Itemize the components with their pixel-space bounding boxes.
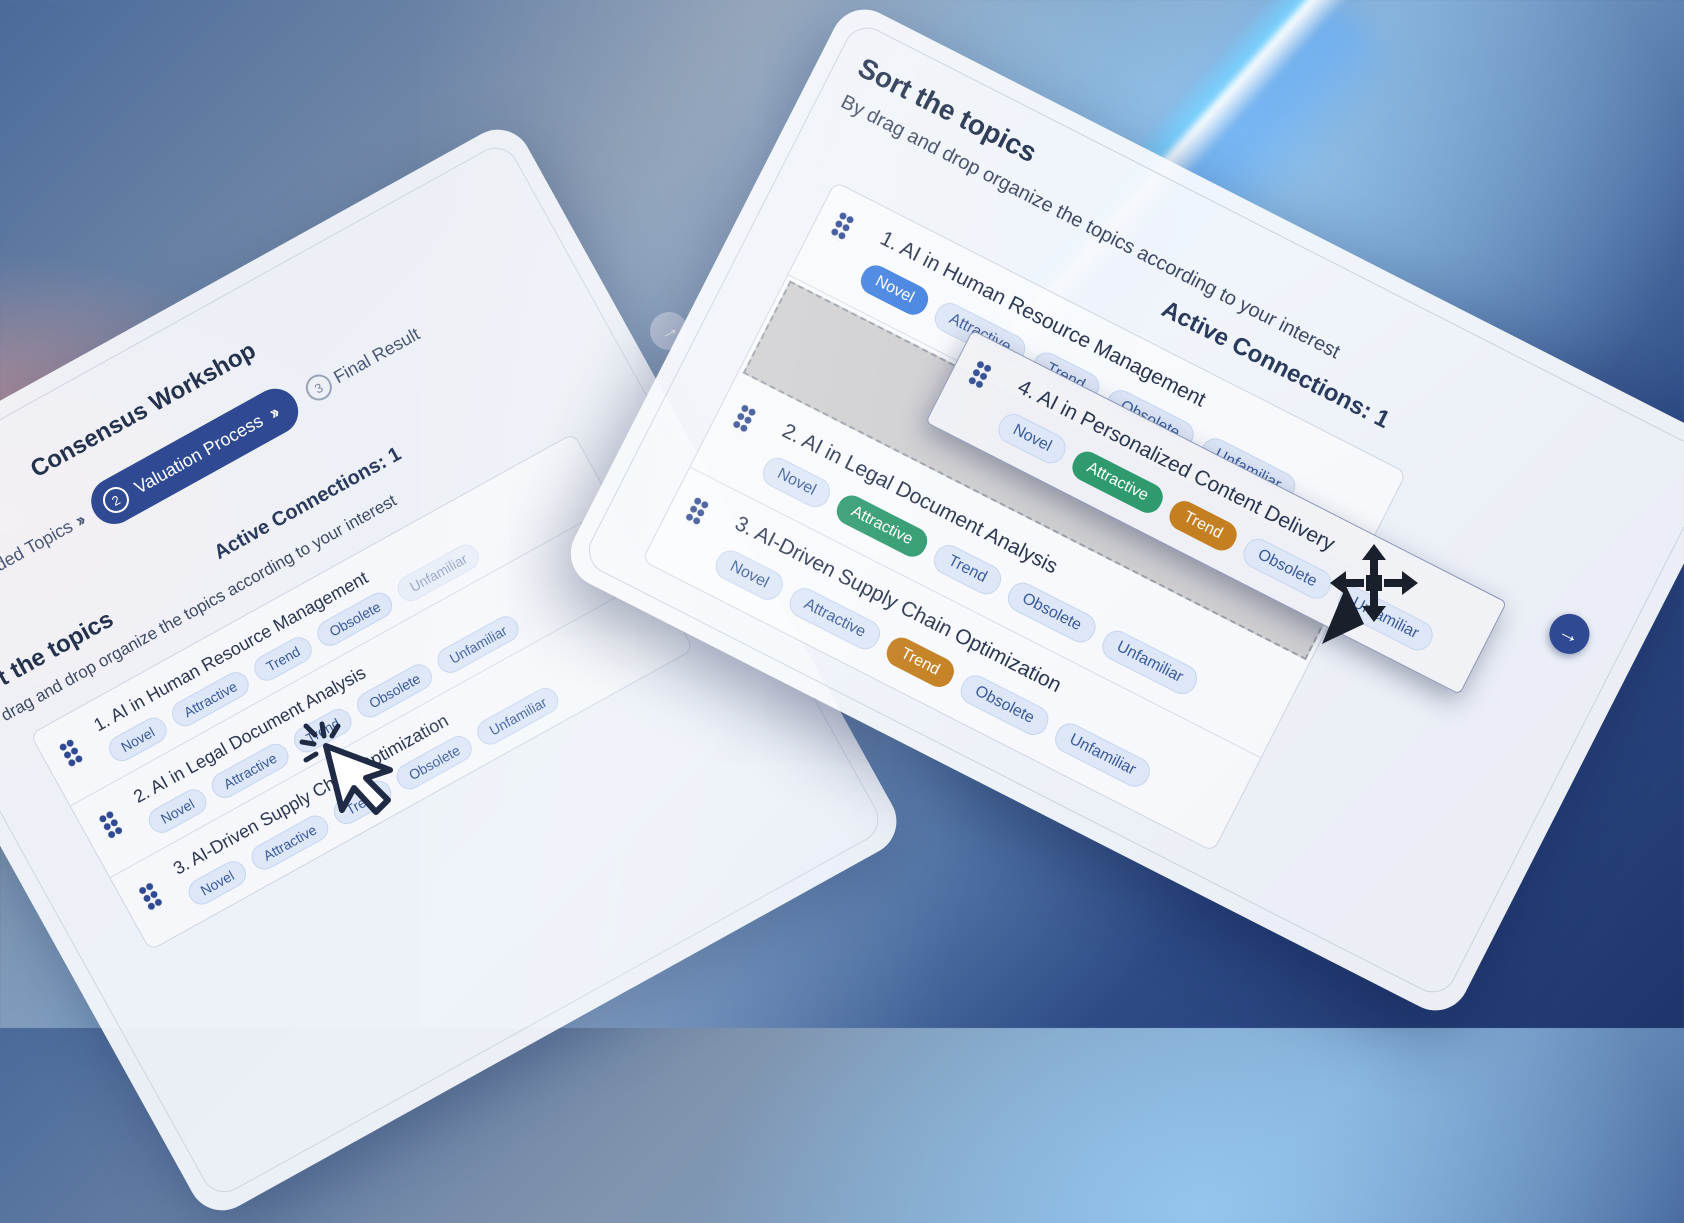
grip-dots-icon[interactable] [97, 809, 125, 842]
grip-dots-icon[interactable] [730, 402, 758, 435]
click-cursor-icon [299, 721, 393, 815]
grip-dots-icon[interactable] [136, 880, 165, 914]
arrow-right-icon: → [1554, 617, 1586, 650]
move-arrows-icon [1322, 544, 1418, 644]
grip-dots-icon[interactable] [683, 495, 711, 528]
grip-dots-icon[interactable] [57, 737, 86, 770]
double-chevron-right-icon: ›› [265, 402, 281, 423]
grip-dots-icon[interactable] [966, 358, 994, 392]
step-number: 2 [98, 482, 134, 518]
double-chevron-right-icon: ›› [71, 509, 87, 531]
step-number: 3 [300, 370, 337, 406]
grip-dots-icon[interactable] [828, 210, 856, 243]
